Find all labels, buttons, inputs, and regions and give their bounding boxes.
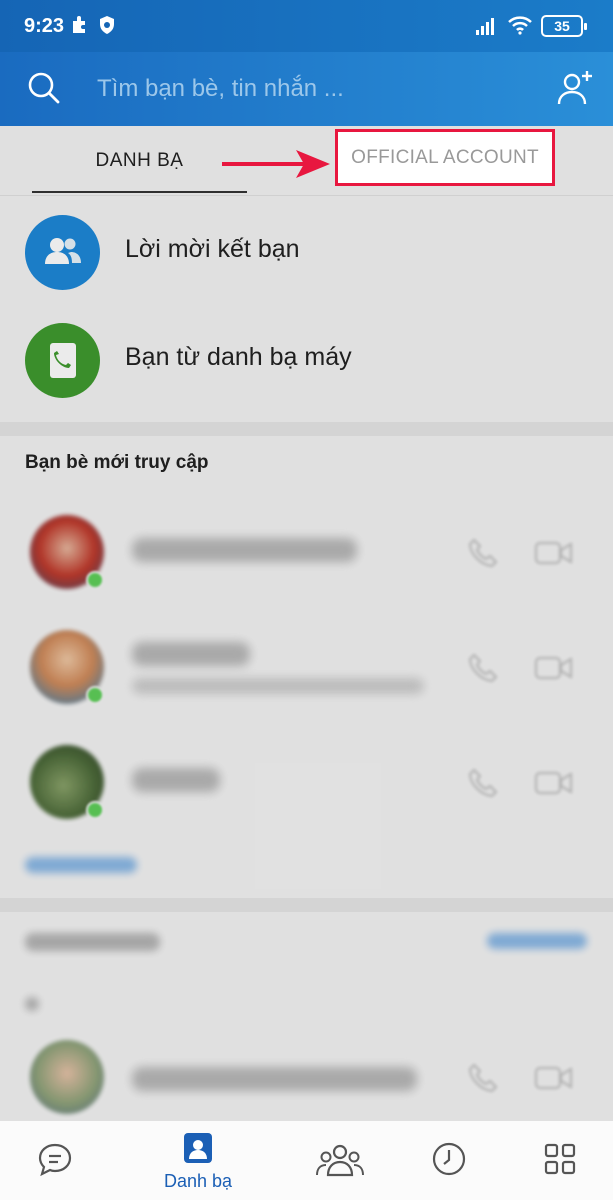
list-item[interactable]: [0, 505, 613, 623]
call-icon[interactable]: [466, 1060, 500, 1094]
blurred-name: [132, 538, 357, 562]
video-call-icon[interactable]: [534, 1064, 574, 1092]
wifi-icon: [508, 16, 532, 35]
phonebook-icon: [25, 323, 100, 398]
nav-contacts[interactable]: Danh bạ: [143, 1121, 253, 1200]
nav-timeline[interactable]: [394, 1121, 504, 1200]
puzzle-icon: [73, 16, 85, 33]
blurred-name: [132, 642, 250, 666]
list-item[interactable]: [0, 735, 613, 853]
clock-icon: [432, 1142, 466, 1176]
nav-groups[interactable]: [285, 1121, 395, 1200]
phonebook-friends-row[interactable]: Bạn từ danh bạ máy: [0, 305, 613, 413]
search-header: Tìm bạn bè, tin nhắn ...: [0, 52, 613, 126]
search-input[interactable]: Tìm bạn bè, tin nhắn ...: [97, 75, 344, 103]
friend-requests-label: Lời mời kết bạn: [125, 235, 300, 263]
arrow-annotation-icon: [222, 150, 330, 178]
online-indicator: [86, 801, 104, 819]
bottom-nav: Danh bạ: [0, 1120, 613, 1200]
nav-messages[interactable]: [0, 1121, 110, 1200]
blurred-status: [132, 678, 424, 694]
people-icon: [25, 215, 100, 290]
grid-icon: [544, 1143, 576, 1175]
nav-contacts-label: Danh bạ: [163, 1171, 233, 1191]
blurred-see-more-link[interactable]: [25, 857, 137, 873]
section-divider: [0, 898, 613, 912]
list-item[interactable]: [0, 620, 613, 738]
tab-official-account[interactable]: OFFICIAL ACCOUNT: [335, 129, 555, 186]
friend-requests-row[interactable]: Lời mời kết bạn: [0, 197, 613, 305]
phonebook-friends-label: Bạn từ danh bạ máy: [125, 343, 352, 371]
nav-more[interactable]: [505, 1121, 613, 1200]
status-time: 9:23: [24, 15, 65, 37]
blurred-update-link[interactable]: [487, 933, 587, 949]
call-icon[interactable]: [466, 535, 500, 569]
tab-contacts[interactable]: DANH BẠ: [32, 126, 247, 194]
status-bar: 9:23 35: [0, 0, 613, 52]
search-icon[interactable]: [26, 70, 62, 106]
video-call-icon[interactable]: [534, 539, 574, 567]
contacts-icon: [184, 1133, 212, 1163]
video-call-icon[interactable]: [534, 654, 574, 682]
recent-section-title: Bạn bè mới truy cập: [25, 452, 209, 473]
blurred-name: [132, 1067, 417, 1091]
online-indicator: [86, 571, 104, 589]
video-call-icon[interactable]: [534, 769, 574, 797]
blurred-name: [132, 768, 220, 792]
blurred-index-letter: [25, 997, 39, 1011]
shield-icon: [100, 16, 114, 34]
avatar: [30, 1040, 104, 1114]
tab-active-indicator: [32, 191, 247, 193]
call-icon[interactable]: [466, 650, 500, 684]
blurred-all-contacts-title: [25, 933, 160, 951]
add-friend-icon[interactable]: [555, 68, 595, 108]
chat-bubble-icon: [38, 1143, 72, 1177]
battery-indicator: 35: [541, 15, 587, 37]
call-icon[interactable]: [466, 765, 500, 799]
signal-icon: [476, 18, 494, 35]
section-divider: [0, 422, 613, 436]
online-indicator: [86, 686, 104, 704]
group-icon: [316, 1144, 364, 1177]
